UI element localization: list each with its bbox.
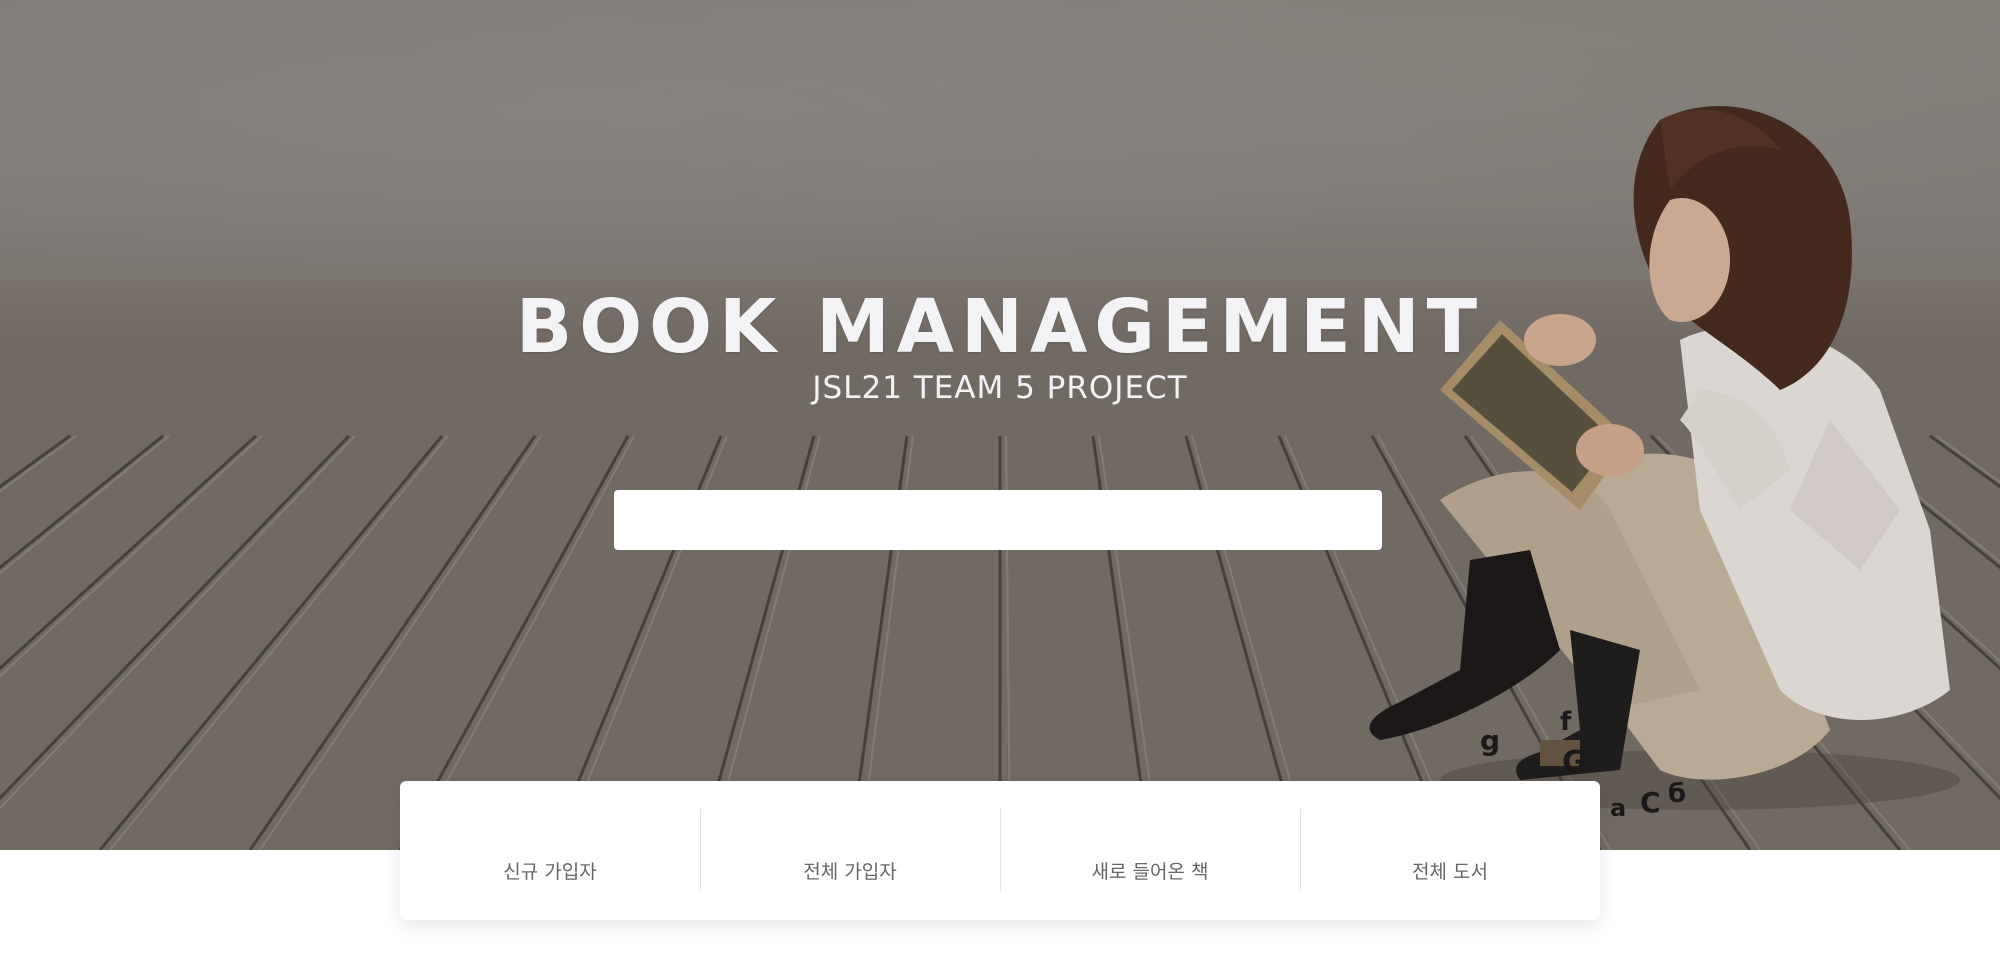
hero-overlay (0, 0, 2000, 850)
stat-new-books[interactable]: 새로 들어온 책 (1000, 781, 1300, 920)
stat-new-members-label: 신규 가입자 (503, 861, 597, 883)
search-input[interactable] (614, 490, 1382, 550)
stat-new-members[interactable]: 신규 가입자 (400, 781, 700, 920)
stat-all-members-label: 전체 가입자 (803, 861, 897, 883)
stat-new-books-label: 새로 들어온 책 (1091, 861, 1209, 883)
stats-card: 신규 가입자 전체 가입자 새로 들어온 책 전체 도서 (400, 781, 1600, 920)
page-title: BOOK MANAGEMENT (515, 284, 1485, 370)
stat-all-members[interactable]: 전체 가입자 (700, 781, 1000, 920)
stat-all-books[interactable]: 전체 도서 (1300, 781, 1600, 920)
hero-banner: g f G a C б BOOK MANAGEMENT JSL21 TEAM 5… (0, 0, 2000, 850)
stat-all-books-label: 전체 도서 (1412, 861, 1488, 883)
page-subtitle: JSL21 TEAM 5 PROJECT (812, 370, 1188, 406)
